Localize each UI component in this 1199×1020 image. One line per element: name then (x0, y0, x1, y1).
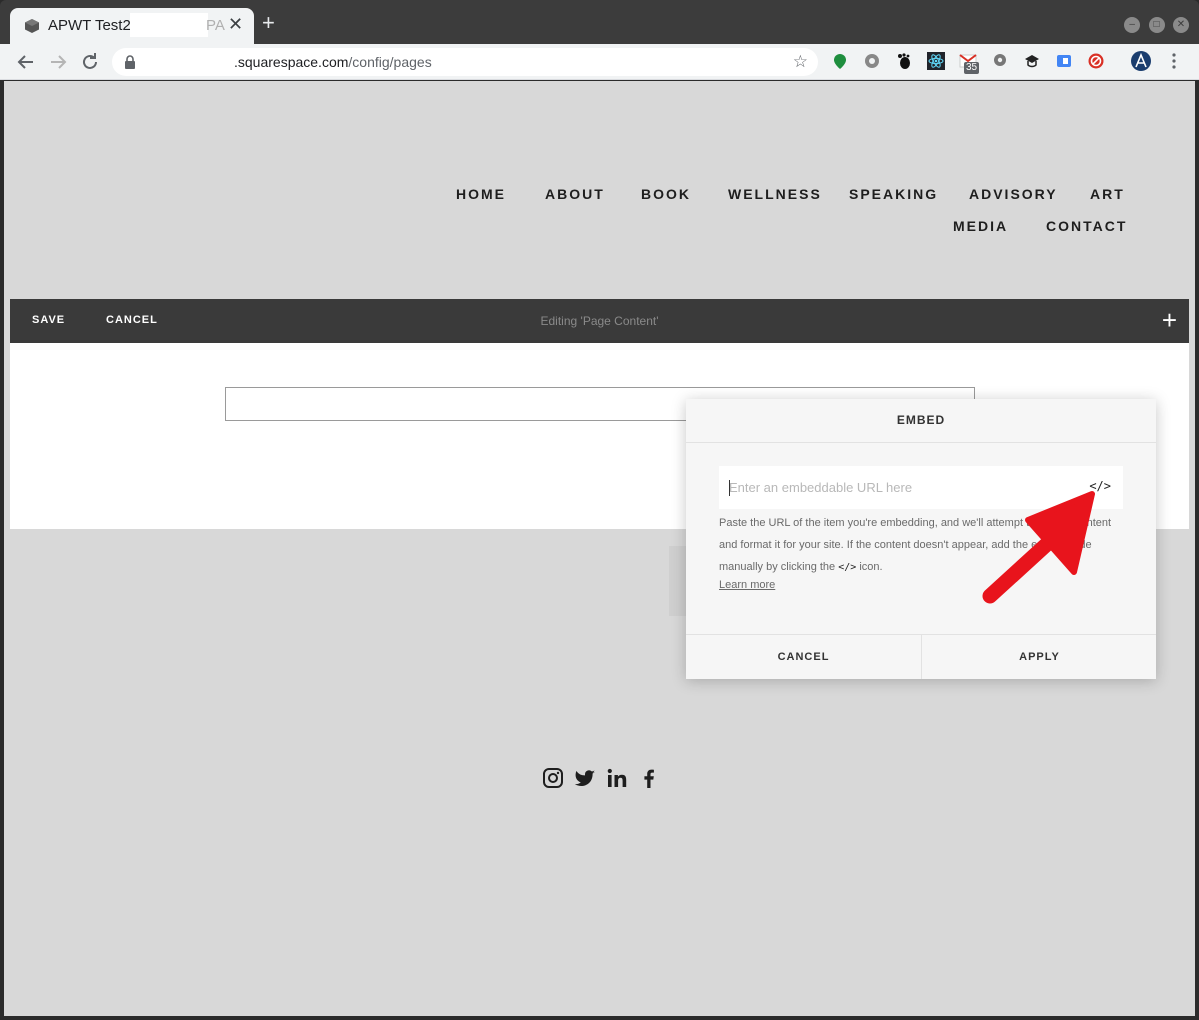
learn-more-link[interactable]: Learn more (719, 579, 775, 591)
back-arrow-icon[interactable] (14, 50, 38, 74)
close-window-icon[interactable]: ✕ (1173, 17, 1189, 33)
maximize-icon[interactable]: □ (1148, 17, 1165, 33)
annotation-arrow-icon (982, 491, 1095, 604)
window-controls: – □ ✕ (1120, 14, 1189, 33)
nav-wellness[interactable]: WELLNESS (728, 186, 822, 202)
browser-tab[interactable]: APWT Test2 PA ✕ (10, 8, 254, 44)
redacted-area (142, 51, 232, 73)
dialog-apply-button[interactable]: APPLY (922, 635, 1157, 679)
tab-close-icon[interactable]: ✕ (228, 14, 243, 35)
nav-media[interactable]: MEDIA (953, 218, 1008, 234)
reload-icon[interactable] (78, 50, 102, 74)
browser-toolbar: .squarespace.com/config/pages ☆ 35 (0, 44, 1199, 80)
text-caret (729, 480, 730, 496)
lock-icon (125, 55, 135, 69)
no-symbol-extension-icon[interactable] (1087, 52, 1105, 70)
url-text: .squarespace.com/config/pages (234, 54, 432, 70)
nav-book[interactable]: BOOK (641, 186, 691, 202)
linkedin-icon[interactable] (606, 767, 628, 789)
new-tab-icon[interactable]: + (262, 12, 275, 34)
dialog-title: EMBED (896, 413, 946, 427)
gear-extension-icon[interactable] (863, 52, 881, 70)
browser-tab-bar: APWT Test2 PA ✕ + – □ ✕ (0, 0, 1199, 44)
nav-contact[interactable]: CONTACT (1046, 218, 1127, 234)
cube-icon (25, 19, 39, 33)
page-edit-bar: SAVE CANCEL Editing 'Page Content' + (10, 299, 1189, 343)
dialog-cancel-button[interactable]: CANCEL (686, 635, 921, 679)
nav-speaking[interactable]: SPEAKING (849, 186, 938, 202)
tab-title-fragment: PA (206, 17, 225, 34)
bookmark-star-icon[interactable]: ☆ (793, 52, 808, 72)
minimize-icon[interactable]: – (1124, 17, 1141, 33)
forward-arrow-icon[interactable] (46, 50, 70, 74)
nav-art[interactable]: ART (1090, 186, 1125, 202)
window-extension-icon[interactable] (1055, 52, 1073, 70)
kebab-menu-icon[interactable] (1165, 52, 1183, 70)
site-navigation: HOME ABOUT BOOK WELLNESS SPEAKING ADVISO… (4, 81, 1195, 299)
add-block-icon[interactable]: + (1162, 306, 1177, 334)
instagram-icon[interactable] (542, 767, 564, 789)
facebook-icon[interactable] (638, 767, 660, 789)
dialog-footer: CANCEL APPLY (686, 634, 1156, 679)
gnome-foot-extension-icon[interactable] (895, 52, 913, 70)
twitter-icon[interactable] (574, 767, 596, 789)
profile-avatar[interactable] (1131, 51, 1151, 71)
nav-advisory[interactable]: ADVISORY (969, 186, 1058, 202)
location-pin-extension-icon[interactable] (991, 52, 1009, 70)
react-devtools-icon[interactable] (927, 52, 945, 70)
redacted-area (130, 13, 208, 37)
editing-status: Editing 'Page Content' (540, 314, 659, 328)
tab-title: APWT Test2 (48, 17, 131, 34)
dialog-header: EMBED (686, 399, 1156, 443)
nav-home[interactable]: HOME (456, 186, 506, 202)
green-location-extension-icon[interactable] (831, 52, 849, 70)
address-bar[interactable]: .squarespace.com/config/pages ☆ (112, 48, 818, 76)
nav-about[interactable]: ABOUT (545, 186, 605, 202)
gmail-unread-badge: 35 (964, 62, 980, 74)
cap-extension-icon[interactable] (1023, 52, 1041, 70)
